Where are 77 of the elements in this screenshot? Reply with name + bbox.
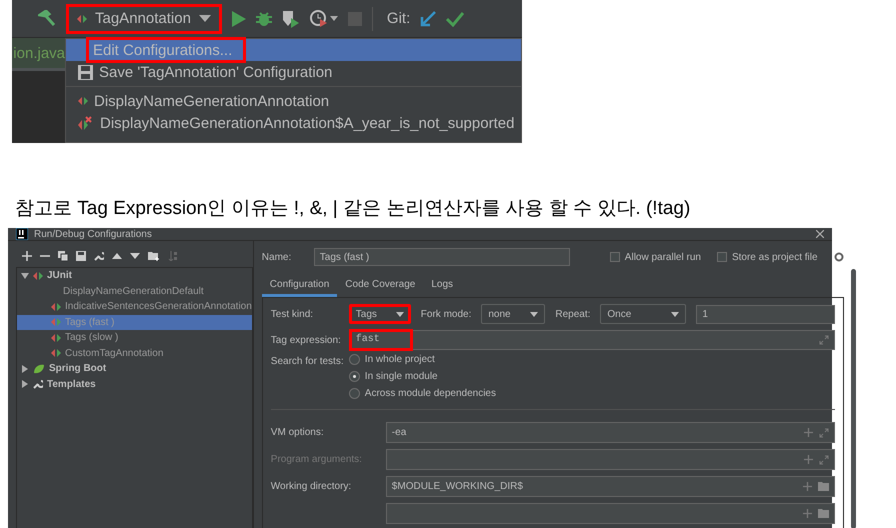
tag-expression-label: Tag expression: bbox=[270, 334, 339, 346]
app-logo-icon bbox=[16, 228, 28, 240]
radio-option[interactable]: In whole project bbox=[348, 354, 496, 365]
dialog-title: Run/Debug Configurations bbox=[34, 228, 153, 240]
checkbox[interactable]: Allow parallel run bbox=[610, 252, 701, 262]
editor-area bbox=[12, 71, 65, 143]
expand-arrow-icon[interactable] bbox=[21, 272, 29, 280]
menu-item[interactable]: DisplayNameGenerationAnnotation bbox=[94, 92, 330, 110]
shield-play-icon[interactable] bbox=[282, 10, 300, 28]
tree-item[interactable]: Templates bbox=[17, 376, 252, 392]
tree-item[interactable]: Spring Boot bbox=[17, 361, 252, 376]
tree-item[interactable]: CustomTagAnnotation bbox=[17, 346, 252, 361]
folder-icon[interactable] bbox=[818, 482, 829, 491]
play-icon[interactable] bbox=[232, 10, 246, 26]
run-config-dropdown[interactable]: TagAnnotation bbox=[66, 4, 222, 34]
tree-item[interactable]: DisplayNameGenerationDefault bbox=[17, 284, 252, 299]
run-config-icon bbox=[33, 270, 43, 281]
run-config-icon bbox=[51, 332, 61, 343]
fork-mode-label: Fork mode: bbox=[420, 308, 472, 320]
hammer-icon[interactable] bbox=[38, 10, 56, 28]
menu-item[interactable]: DisplayNameGenerationAnnotation$A_year_is_not_supported bbox=[100, 114, 514, 132]
tree-item[interactable]: IndicativeSentencesGenerationAnnotation bbox=[17, 299, 252, 314]
git-label: Git: bbox=[386, 10, 410, 27]
failed-config-icon bbox=[78, 116, 94, 130]
new-folder-icon[interactable] bbox=[148, 251, 160, 261]
field-label: Working directory: bbox=[270, 481, 352, 492]
test-kind-label: Test kind: bbox=[270, 308, 314, 320]
expand-arrow-icon[interactable] bbox=[21, 364, 29, 373]
copy-icon[interactable] bbox=[58, 251, 68, 261]
run-config-icon bbox=[77, 14, 87, 24]
caret-icon bbox=[198, 15, 211, 22]
field-label: Program arguments: bbox=[270, 454, 363, 465]
expand-icon[interactable] bbox=[818, 335, 829, 345]
tree-item[interactable]: JUnit bbox=[17, 268, 252, 284]
caret-icon bbox=[671, 312, 680, 316]
field-label: VM options: bbox=[270, 427, 325, 438]
add-icon[interactable] bbox=[22, 251, 32, 261]
run-config-icon bbox=[51, 302, 61, 312]
tree-item[interactable]: Tags (slow ) bbox=[17, 330, 252, 346]
expand-arrow-icon[interactable] bbox=[21, 380, 29, 388]
move-down-icon[interactable] bbox=[130, 253, 140, 259]
caret-icon bbox=[530, 312, 538, 316]
caption-text: 참고로 Tag Expression인 이유는 !, &, | 같은 논리연산자를 사용 할 수 있다. (!tag) bbox=[15, 197, 692, 221]
tag-expression-field[interactable]: fast bbox=[348, 330, 835, 350]
move-up-icon[interactable] bbox=[112, 253, 122, 259]
name-label: Name: bbox=[262, 252, 292, 262]
checkbox[interactable]: Store as project file bbox=[716, 252, 818, 262]
run-config-icon bbox=[51, 317, 61, 328]
tag-expression-value: fast bbox=[348, 328, 413, 350]
text-field[interactable]: $MODULE_WORKING_DIR$ bbox=[386, 476, 835, 497]
name-field[interactable]: Tags (fast ) bbox=[314, 248, 570, 266]
repeat-count-field[interactable]: 1 bbox=[696, 304, 835, 324]
repeat-label: Repeat: bbox=[555, 308, 590, 320]
text-field[interactable] bbox=[386, 503, 835, 524]
run-config-icon bbox=[78, 96, 88, 106]
tab[interactable]: Logs bbox=[423, 275, 462, 297]
leaf-icon bbox=[33, 364, 45, 374]
arrow-down-left-icon[interactable] bbox=[420, 10, 436, 26]
repeat-dropdown[interactable]: Once bbox=[600, 304, 686, 324]
expand-icon[interactable] bbox=[818, 428, 829, 438]
fork-mode-dropdown[interactable]: none bbox=[481, 304, 546, 324]
caret-icon bbox=[396, 312, 404, 316]
clock-play-icon[interactable] bbox=[310, 10, 338, 28]
radio-option[interactable]: In single module bbox=[348, 371, 496, 382]
radio-option[interactable]: Across module dependencies bbox=[348, 388, 496, 399]
checkmark-icon[interactable] bbox=[446, 10, 464, 26]
folder-icon[interactable] bbox=[818, 509, 829, 518]
run-config-icon bbox=[51, 348, 61, 358]
tab[interactable]: Code Coverage bbox=[337, 275, 424, 297]
scrollbar[interactable] bbox=[850, 269, 856, 528]
close-icon[interactable] bbox=[816, 230, 824, 238]
test-kind-dropdown[interactable]: Tags bbox=[348, 304, 411, 324]
menu-item[interactable]: Save 'TagAnnotation' Configuration bbox=[99, 64, 332, 80]
bug-icon[interactable] bbox=[256, 10, 272, 26]
text-field[interactable]: -ea bbox=[386, 422, 835, 443]
tab[interactable]: Configuration bbox=[262, 275, 338, 297]
editor-tab[interactable]: ion.java bbox=[12, 38, 65, 71]
